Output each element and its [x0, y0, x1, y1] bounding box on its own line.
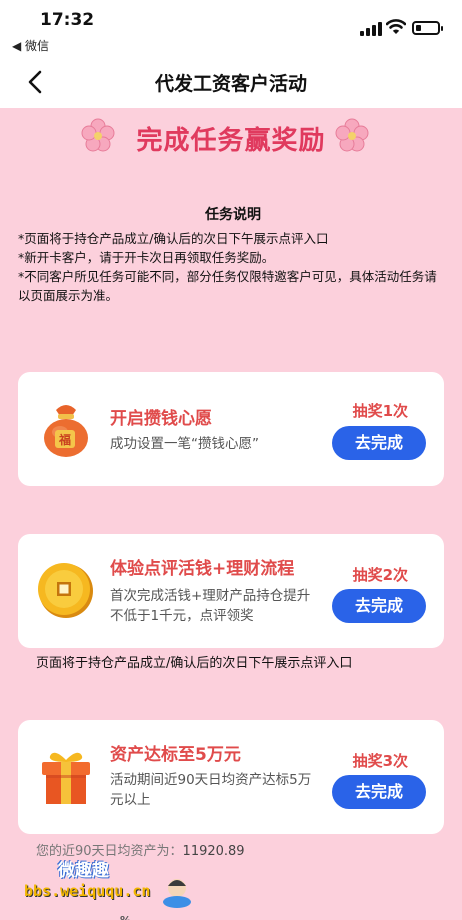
gift-box-icon	[42, 752, 90, 804]
watermark-name: 微趣趣	[58, 861, 109, 881]
lottery-count: 抽奖2次	[352, 566, 408, 584]
banner-title: 完成任务赢奖励	[136, 126, 326, 156]
flower-icon	[335, 118, 369, 152]
task-title: 开启攒钱心愿	[110, 409, 212, 429]
signal-icon	[360, 22, 382, 36]
lottery-count: 抽奖1次	[352, 402, 408, 420]
go-complete-button[interactable]: 去完成	[332, 426, 426, 460]
rules-line: *页面将于持仓产品成立/确认后的次日下午展示点评入口	[18, 231, 329, 246]
status-bar: 17:32 ◀ 微信	[0, 0, 462, 56]
nav-bar: 代发工资客户活动	[0, 56, 462, 108]
lottery-count: 抽奖3次	[352, 752, 408, 770]
task-rules: 任务说明 *页面将于持仓产品成立/确认后的次日下午展示点评入口 *新开卡客户，请…	[18, 206, 448, 305]
status-time: 17:32	[40, 10, 95, 30]
battery-icon	[412, 21, 443, 35]
site-watermark: 微趣趣 bbs.weiququ.cn %	[0, 848, 205, 920]
watermark-tail: %	[120, 914, 131, 920]
task-card: 体验点评活钱+理财流程 首次完成活钱+理财产品持仓提升不低于1千元，点评领奖 抽…	[18, 534, 444, 648]
gold-coin-icon	[38, 563, 93, 618]
wifi-icon	[386, 19, 406, 34]
watermark-url: bbs.weiququ.cn	[24, 882, 151, 900]
mascot-icon	[163, 879, 191, 908]
task-card: 福 开启攒钱心愿 成功设置一笔“攒钱心愿” 抽奖1次 去完成	[18, 372, 444, 486]
task-description: 活动期间近90天日均资产达标5万元以上	[110, 772, 312, 808]
banner: 完成任务赢奖励	[0, 116, 462, 158]
go-complete-button[interactable]: 去完成	[332, 775, 426, 809]
task-title: 体验点评活钱+理财流程	[110, 559, 295, 579]
rules-line: *不同客户所见任务可能不同，部分任务仅限特邀客户可见，具体活动任务请以页面展示为…	[18, 269, 437, 303]
back-to-wechat-link[interactable]: ◀ 微信	[12, 37, 49, 54]
entry-note: 页面将于持仓产品成立/确认后的次日下午展示点评入口	[36, 656, 353, 671]
task-title: 资产达标至5万元	[110, 745, 241, 765]
lucky-bag-icon: 福	[44, 405, 88, 457]
rules-title: 任务说明	[205, 207, 261, 223]
go-complete-button[interactable]: 去完成	[332, 589, 426, 623]
task-card: 资产达标至5万元 活动期间近90天日均资产达标5万元以上 抽奖3次 去完成	[18, 720, 444, 834]
task-description: 成功设置一笔“攒钱心愿”	[110, 436, 259, 452]
lucky-bag-label: 福	[58, 432, 71, 447]
task-description: 首次完成活钱+理财产品持仓提升不低于1千元，点评领奖	[110, 588, 311, 624]
page-title: 代发工资客户活动	[154, 73, 307, 95]
rules-line: *新开卡客户，请于开卡次日再领取任务奖励。	[18, 250, 275, 265]
